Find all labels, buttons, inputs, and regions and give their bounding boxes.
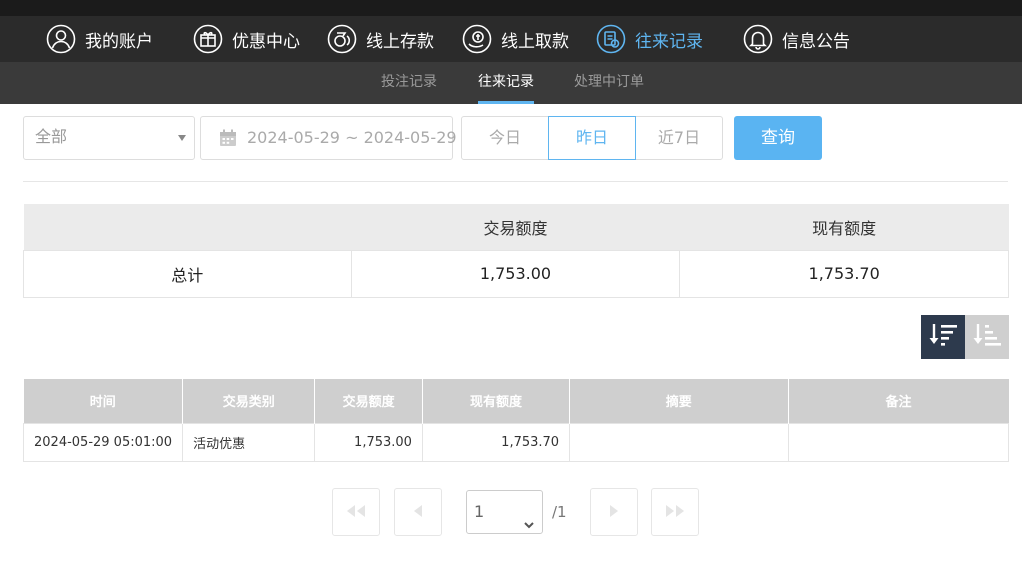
summary-total-balance: 1,753.70 bbox=[679, 249, 1009, 298]
caret-down-icon bbox=[178, 135, 186, 141]
nav-item-deposit[interactable]: 线上存款 bbox=[327, 16, 434, 62]
nav-item-records[interactable]: 往来记录 bbox=[596, 16, 703, 62]
nav-item-account[interactable]: 我的账户 bbox=[46, 16, 153, 62]
deposit-icon bbox=[327, 24, 357, 54]
prev-page-button[interactable] bbox=[394, 488, 442, 536]
tab-transaction-records[interactable]: 往来记录 bbox=[478, 62, 534, 104]
chevron-down-icon bbox=[523, 505, 535, 529]
summary-header-balance: 现有额度 bbox=[679, 204, 1009, 250]
nav-item-announcements[interactable]: 信息公告 bbox=[743, 16, 850, 62]
header-balance: 现有额度 bbox=[422, 379, 571, 423]
summary-row: 总计 1,753.00 1,753.70 bbox=[23, 249, 1009, 298]
header-summary: 摘要 bbox=[569, 379, 789, 423]
sub-nav: 投注记录 往来记录 处理中订单 bbox=[0, 62, 1022, 104]
sort-descending-icon bbox=[928, 322, 958, 352]
summary-header-amount: 交易额度 bbox=[351, 204, 680, 250]
sort-descending-button[interactable] bbox=[921, 315, 965, 359]
calendar-icon bbox=[219, 129, 237, 147]
header-amount: 交易额度 bbox=[314, 379, 423, 423]
divider bbox=[23, 181, 1008, 182]
date-range-input[interactable]: 2024-05-29 ~ 2024-05-29 bbox=[200, 116, 457, 160]
transaction-table: 时间 交易类别 交易额度 现有额度 摘要 备注 2024-05-29 05:01… bbox=[22, 379, 1010, 462]
type-select-value: 全部 bbox=[35, 127, 68, 146]
summary-header-row: 交易额度 现有额度 bbox=[23, 204, 1009, 250]
tab-pending-orders[interactable]: 处理中订单 bbox=[574, 62, 644, 104]
summary-total-label: 总计 bbox=[23, 249, 352, 298]
cell-remark bbox=[787, 422, 1010, 462]
left-icon bbox=[412, 503, 424, 522]
cell-time: 2024-05-29 05:01:00 bbox=[22, 422, 184, 462]
page-select[interactable]: 1 bbox=[466, 490, 543, 534]
page-total: /1 bbox=[552, 503, 567, 521]
nav-label: 我的账户 bbox=[85, 31, 153, 52]
quick-yesterday-button[interactable]: 昨日 bbox=[548, 116, 636, 160]
header-time: 时间 bbox=[23, 379, 184, 423]
nav-label: 线上存款 bbox=[366, 31, 434, 52]
transaction-header-row: 时间 交易类别 交易额度 现有额度 摘要 备注 bbox=[23, 379, 1009, 423]
bell-icon bbox=[743, 24, 773, 54]
quick-today-button[interactable]: 今日 bbox=[461, 116, 549, 160]
summary-total-amount: 1,753.00 bbox=[350, 249, 681, 298]
first-page-button[interactable] bbox=[332, 488, 380, 536]
cell-type: 活动优惠 bbox=[182, 422, 316, 462]
nav-item-promotions[interactable]: 优惠中心 bbox=[193, 16, 300, 62]
double-right-icon bbox=[663, 503, 687, 522]
table-row: 2024-05-29 05:01:00 活动优惠 1,753.00 1,753.… bbox=[22, 422, 1010, 462]
nav-item-withdraw[interactable]: 线上取款 bbox=[462, 16, 569, 62]
gift-icon bbox=[193, 24, 223, 54]
type-select[interactable]: 全部 bbox=[23, 116, 195, 160]
user-icon bbox=[46, 24, 76, 54]
summary-header-cell bbox=[23, 204, 352, 250]
top-strip bbox=[0, 0, 1022, 16]
nav-label: 优惠中心 bbox=[232, 31, 300, 52]
query-button[interactable]: 查询 bbox=[734, 116, 822, 160]
summary-table: 交易额度 现有额度 总计 1,753.00 1,753.70 bbox=[23, 204, 1009, 298]
nav-label: 往来记录 bbox=[635, 31, 703, 52]
cell-summary bbox=[569, 422, 789, 462]
main-nav: 我的账户 优惠中心 线上存款 线上取款 往来记录 信息公告 bbox=[0, 16, 1022, 62]
nav-label: 线上取款 bbox=[501, 31, 569, 52]
withdraw-icon bbox=[462, 24, 492, 54]
nav-label: 信息公告 bbox=[782, 31, 850, 52]
page-select-value: 1 bbox=[474, 502, 485, 521]
last-page-button[interactable] bbox=[651, 488, 699, 536]
quick-date-group: 今日 昨日 近7日 bbox=[461, 116, 723, 160]
sort-ascending-icon bbox=[972, 322, 1002, 352]
cell-amount: 1,753.00 bbox=[314, 422, 423, 462]
double-left-icon bbox=[344, 503, 368, 522]
sort-ascending-button[interactable] bbox=[965, 315, 1009, 359]
header-type: 交易类别 bbox=[182, 379, 316, 423]
cell-balance: 1,753.70 bbox=[421, 422, 571, 462]
next-page-button[interactable] bbox=[590, 488, 638, 536]
right-icon bbox=[608, 503, 620, 522]
tab-bet-records[interactable]: 投注记录 bbox=[381, 62, 437, 104]
header-remark: 备注 bbox=[788, 379, 1009, 423]
records-icon bbox=[596, 24, 626, 54]
quick-7days-button[interactable]: 近7日 bbox=[635, 116, 723, 160]
date-range-value: 2024-05-29 ~ 2024-05-29 bbox=[247, 128, 457, 147]
